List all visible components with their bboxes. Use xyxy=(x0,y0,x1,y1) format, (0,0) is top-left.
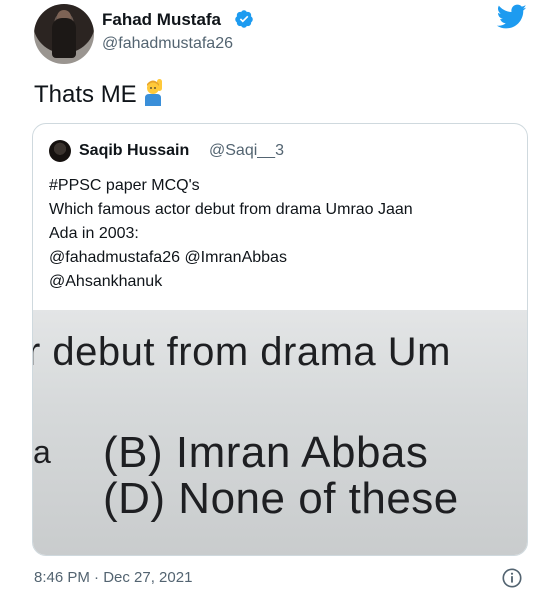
verified-badge-icon xyxy=(235,10,253,28)
quoted-line-hashtag: #PPSC paper MCQ's xyxy=(49,177,200,194)
quoted-line-question: Which famous actor debut from drama Umra… xyxy=(49,201,413,218)
quoted-tweet-text: #PPSC paper MCQ's Which famous actor deb… xyxy=(49,174,413,294)
quoted-line-question-cont: Ada in 2003: xyxy=(49,225,139,242)
quoted-author-handle: @Saqi__3 xyxy=(209,142,284,159)
quoted-line-mentions[interactable]: @fahadmustafa26 @ImranAbbas xyxy=(49,246,413,270)
quoted-tweet-card[interactable]: Saqib Hussain @Saqi__3 #PPSC paper MCQ's… xyxy=(32,123,528,556)
person-raising-hand-emoji xyxy=(143,78,165,106)
photo-text-fragment: a xyxy=(33,434,52,470)
photo-text-line1: r debut from drama Um xyxy=(33,330,451,374)
info-icon[interactable] xyxy=(501,567,523,589)
author-handle[interactable]: @fahadmustafa26 xyxy=(102,35,233,53)
quoted-tweet-photo[interactable]: r debut from drama Um a (B) Imran Abbas … xyxy=(33,310,527,555)
photo-text-option-d: (D) None of these xyxy=(103,474,459,523)
author-avatar[interactable] xyxy=(34,4,94,64)
tweet-text: Thats ME xyxy=(34,78,165,109)
avatar-figure xyxy=(52,18,76,58)
tweet-timestamp[interactable]: 8:46 PM · Dec 27, 2021 xyxy=(34,569,192,586)
quoted-author-name: Saqib Hussain xyxy=(79,142,190,159)
quoted-line-mention[interactable]: @Ahsankhanuk xyxy=(49,270,413,294)
quoted-author-avatar[interactable] xyxy=(49,140,71,162)
twitter-bird-icon[interactable] xyxy=(497,4,527,30)
tweet-text-content: Thats ME xyxy=(34,81,137,108)
photo-text-option-b: (B) Imran Abbas xyxy=(103,428,429,477)
author-display-name[interactable]: Fahad Mustafa xyxy=(102,10,221,30)
